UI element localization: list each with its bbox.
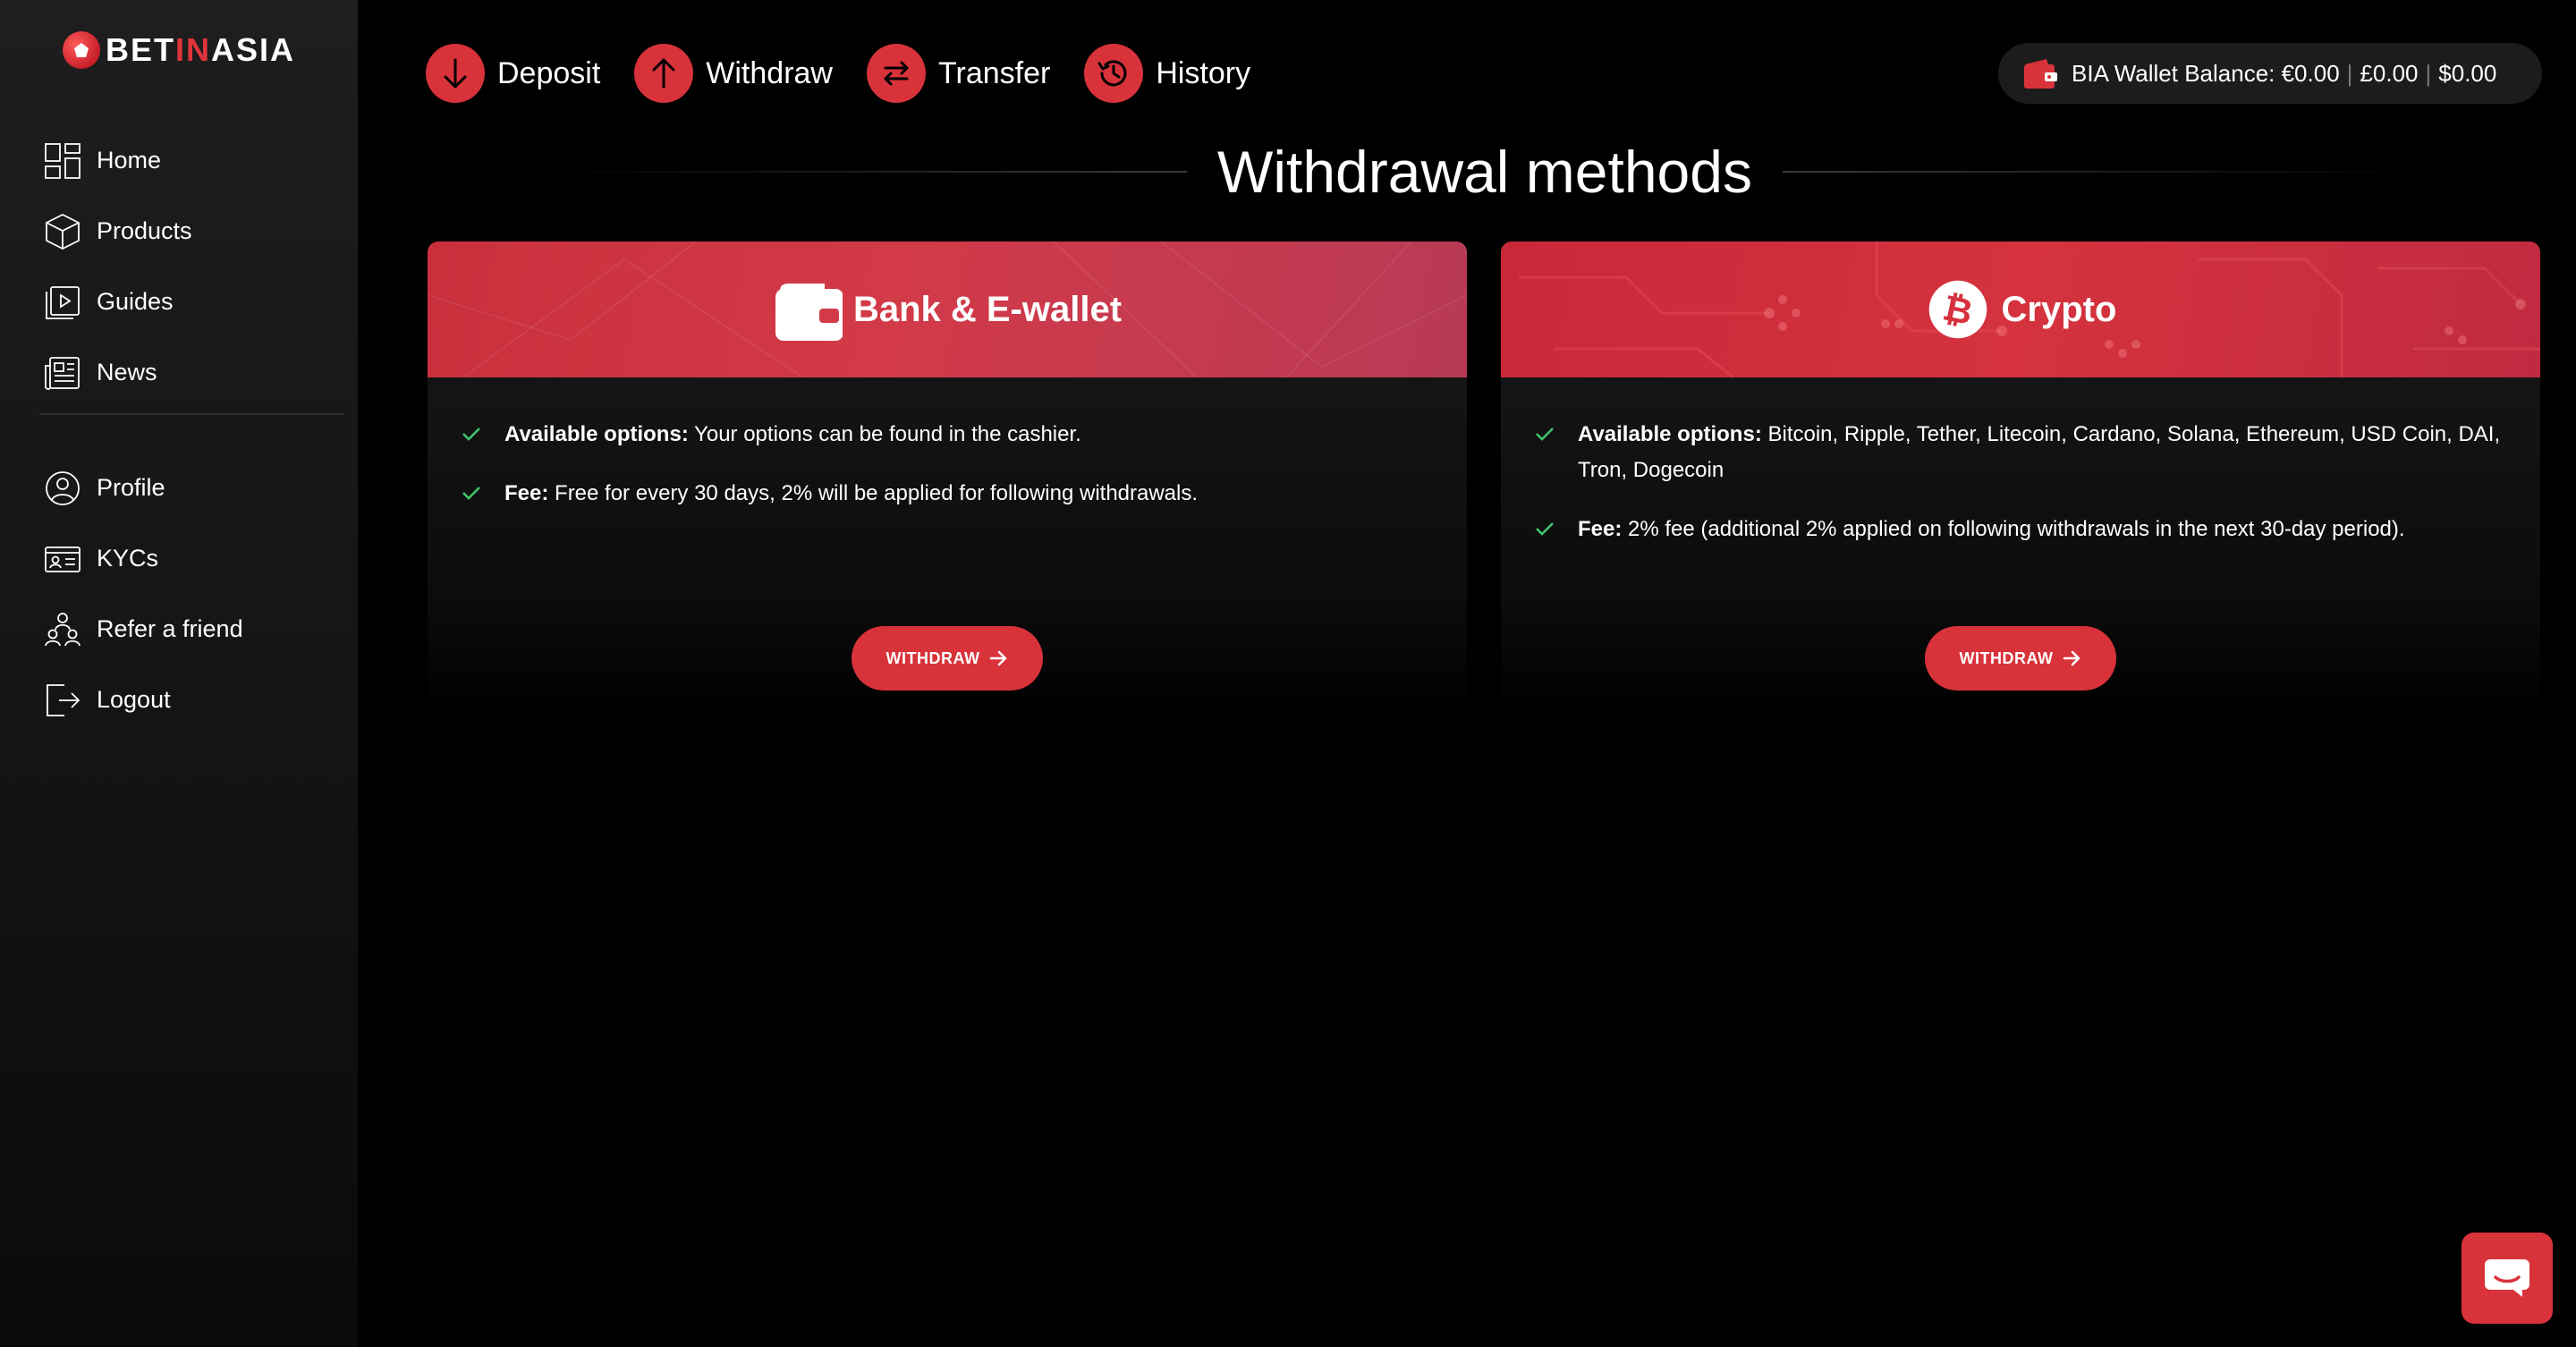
deposit-label: Deposit — [497, 55, 601, 90]
sidebar: BET IN ASIA Home Products Guides News Pr… — [0, 0, 358, 1347]
wallet-balance: BIA Wallet Balance: €0.00 | £0.00 | $0.0… — [1998, 43, 2542, 104]
sidebar-item-label: Guides — [97, 288, 174, 315]
arrow-down-icon — [426, 44, 485, 103]
page-title: Withdrawal methods — [1217, 139, 1752, 205]
crypto-card-title: Crypto — [2001, 289, 2117, 329]
bitcoin-icon: ₿ — [1928, 280, 1987, 339]
arrow-right-icon — [988, 648, 1008, 668]
wallet-balance-gbp: £0.00 — [2360, 59, 2419, 87]
crypto-card-header: ₿ Crypto — [1501, 241, 2540, 377]
wallet-card-icon — [775, 284, 843, 341]
fee-label: Fee: — [504, 481, 549, 505]
withdraw-label: Withdraw — [706, 55, 833, 90]
bank-ewallet-card: Bank & E-wallet Available options: Your … — [428, 241, 1467, 716]
sidebar-item-label: News — [97, 359, 157, 385]
brand-part-asia: ASIA — [211, 31, 296, 68]
arrow-right-icon — [2062, 648, 2081, 668]
chat-button[interactable] — [2462, 1233, 2553, 1324]
check-icon — [460, 422, 483, 445]
sidebar-item-label: Logout — [97, 686, 171, 713]
sidebar-account-nav: Profile KYCs Refer a friend Logout — [43, 453, 347, 735]
bank-card-header: Bank & E-wallet — [428, 241, 1467, 377]
wallet-separator: | — [2425, 59, 2432, 87]
crypto-available-options: Available options: Bitcoin, Ripple, Teth… — [1533, 417, 2540, 488]
crypto-card-body: Available options: Bitcoin, Ripple, Teth… — [1501, 377, 2540, 547]
crypto-options-text: Available options: Bitcoin, Ripple, Teth… — [1578, 417, 2504, 488]
sidebar-item-home[interactable]: Home — [43, 125, 347, 196]
history-button[interactable]: History — [1084, 44, 1250, 103]
sidebar-item-profile[interactable]: Profile — [43, 453, 347, 523]
home-grid-icon — [43, 141, 82, 181]
bank-options-text: Available options: Your options can be f… — [504, 417, 1081, 453]
options-label: Available options: — [1578, 422, 1762, 446]
check-icon — [1533, 517, 1556, 540]
brand-logo[interactable]: BET IN ASIA — [63, 30, 295, 70]
wallet-separator: | — [2346, 59, 2353, 87]
bank-withdraw-button[interactable]: WITHDRAW — [852, 626, 1043, 690]
crypto-withdraw-button[interactable]: WITHDRAW — [1925, 626, 2116, 690]
page-title-row: Withdrawal methods — [555, 134, 2415, 209]
options-label: Available options: — [504, 422, 689, 446]
brand-wordmark: BET IN ASIA — [106, 31, 295, 69]
transfer-button[interactable]: Transfer — [866, 44, 1051, 103]
sidebar-item-label: KYCs — [97, 545, 159, 572]
history-label: History — [1156, 55, 1251, 90]
wallet-balance-usd: $0.00 — [2438, 59, 2497, 87]
options-value: Your options can be found in the cashier… — [688, 422, 1081, 446]
arrow-up-icon — [634, 44, 694, 103]
title-divider-right — [1782, 171, 2415, 173]
sidebar-item-guides[interactable]: Guides — [43, 267, 347, 337]
bank-fee-text: Fee: Free for every 30 days, 2% will be … — [504, 476, 1198, 512]
brand-part-bet: BET — [106, 31, 175, 68]
user-circle-icon — [43, 469, 82, 508]
crypto-fee: Fee: 2% fee (additional 2% applied on fo… — [1533, 512, 2540, 547]
transfer-label: Transfer — [937, 55, 1051, 90]
cube-icon — [43, 212, 82, 251]
bank-card-body: Available options: Your options can be f… — [428, 377, 1467, 512]
sidebar-item-label: Home — [97, 147, 162, 174]
deposit-button[interactable]: Deposit — [426, 44, 600, 103]
title-divider-left — [555, 171, 1188, 173]
newspaper-icon — [43, 353, 82, 393]
withdraw-button-label: WITHDRAW — [886, 648, 980, 667]
fee-value: Free for every 30 days, 2% will be appli… — [548, 481, 1199, 505]
chat-bubble-icon — [2485, 1259, 2529, 1297]
bank-fee: Fee: Free for every 30 days, 2% will be … — [460, 476, 1467, 512]
check-icon — [460, 481, 483, 504]
sidebar-item-label: Profile — [97, 474, 165, 501]
people-icon — [43, 610, 82, 649]
soccer-ball-icon — [63, 31, 100, 69]
sidebar-item-products[interactable]: Products — [43, 196, 347, 267]
check-icon — [1533, 422, 1556, 445]
sidebar-item-news[interactable]: News — [43, 337, 347, 408]
sidebar-primary-nav: Home Products Guides News — [43, 125, 347, 408]
sidebar-item-kycs[interactable]: KYCs — [43, 523, 347, 594]
wallet-icon — [2024, 59, 2057, 89]
withdraw-button[interactable]: Withdraw — [634, 44, 833, 103]
crypto-fee-text: Fee: 2% fee (additional 2% applied on fo… — [1578, 512, 2405, 547]
withdraw-button-label: WITHDRAW — [1959, 648, 2054, 667]
bank-card-title: Bank & E-wallet — [852, 289, 1123, 329]
sidebar-item-label: Refer a friend — [97, 615, 243, 642]
wallet-balance-eur: BIA Wallet Balance: €0.00 — [2072, 59, 2340, 87]
crypto-card: ₿ Crypto Available options: Bitcoin, Rip… — [1501, 241, 2540, 716]
video-guide-icon — [43, 283, 82, 322]
fee-label: Fee: — [1578, 517, 1623, 541]
bank-available-options: Available options: Your options can be f… — [460, 417, 1467, 453]
brand-part-in: IN — [175, 31, 211, 68]
id-card-icon — [43, 539, 82, 579]
sidebar-item-label: Products — [97, 217, 192, 244]
sidebar-item-logout[interactable]: Logout — [43, 665, 347, 735]
fee-value: 2% fee (additional 2% applied on followi… — [1622, 517, 2405, 541]
wallet-actions: Deposit Withdraw Transfer History — [426, 43, 1284, 104]
logout-icon — [43, 681, 82, 720]
transfer-arrows-icon — [866, 44, 926, 103]
history-clock-icon — [1084, 44, 1144, 103]
sidebar-item-refer-a-friend[interactable]: Refer a friend — [43, 594, 347, 665]
sidebar-divider — [39, 413, 343, 415]
